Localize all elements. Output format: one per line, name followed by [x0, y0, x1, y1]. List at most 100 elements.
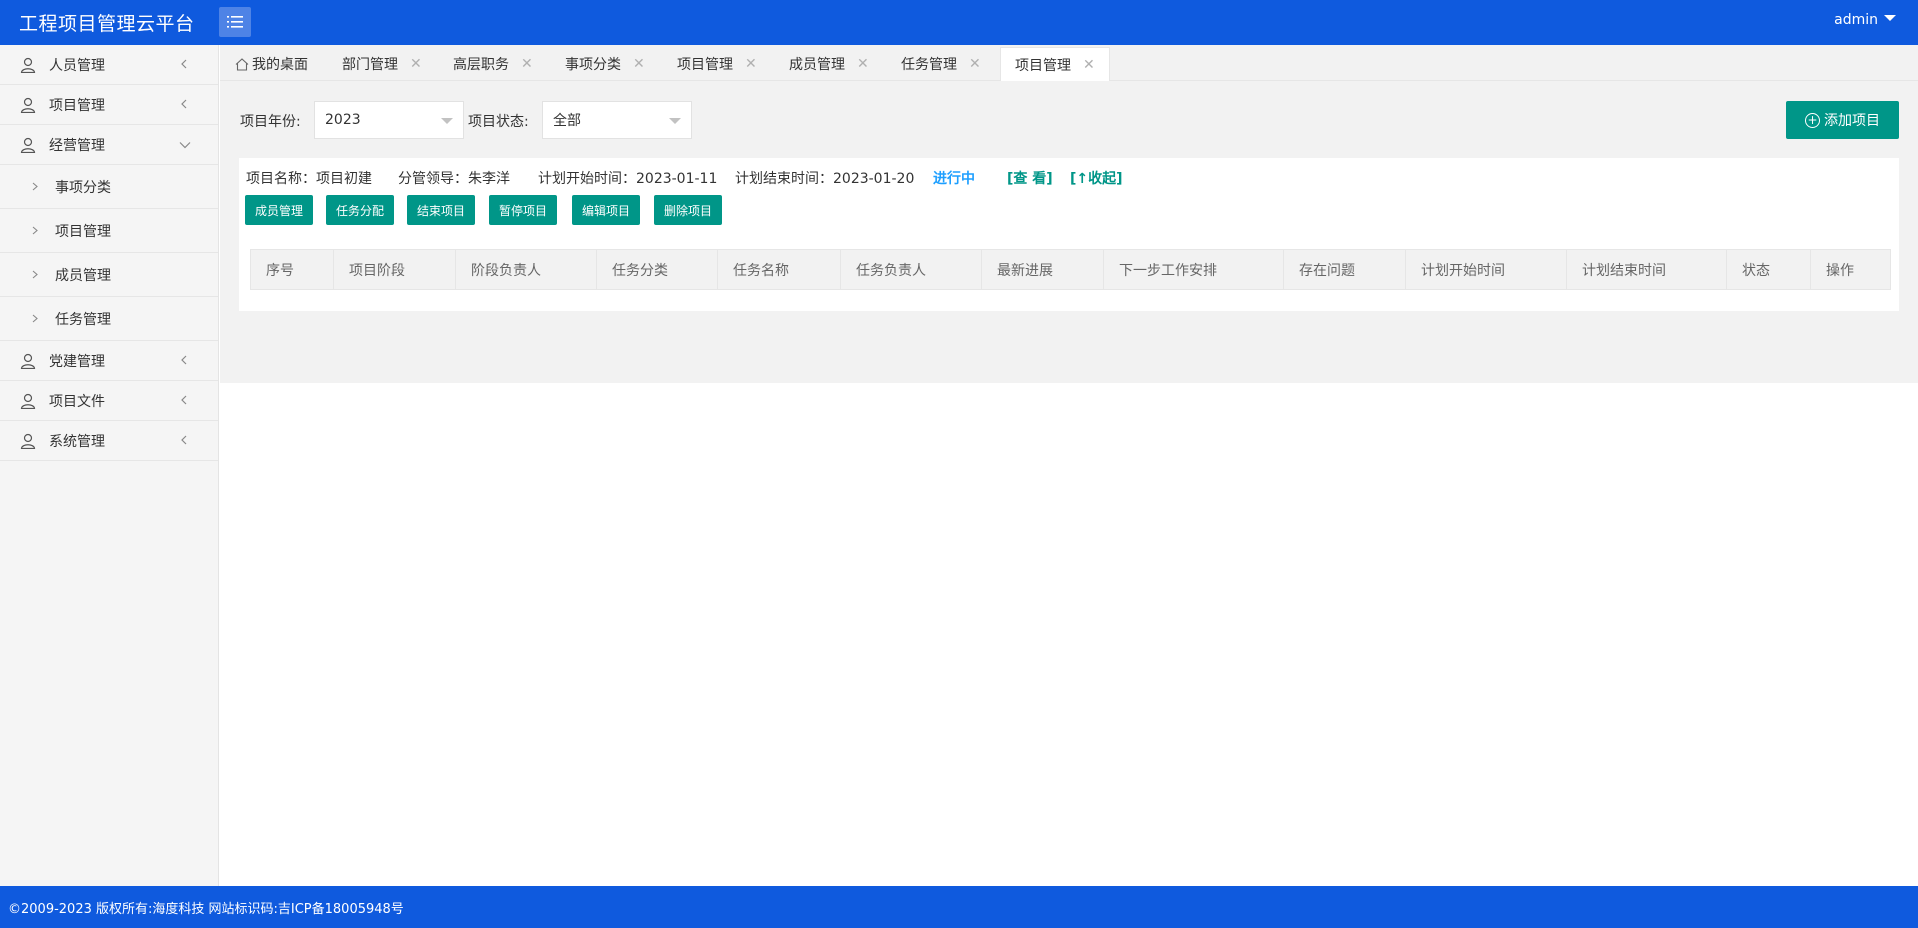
year-select[interactable]: 2023: [314, 101, 464, 139]
project-plan-start: 计划开始时间：2023-01-11: [538, 171, 718, 187]
close-icon[interactable]: ✕: [969, 56, 981, 72]
sidebar: 人员管理 项目管理 经营管理 事项分类 项目管理 成员管理 任务管理 党建管理 …: [0, 45, 219, 886]
user-menu[interactable]: admin: [1834, 12, 1896, 28]
caret-down-icon: [1884, 15, 1896, 21]
tab-project-management-active[interactable]: 项目管理 ✕: [1000, 47, 1110, 81]
sidebar-subitem-label: 项目管理: [55, 223, 111, 240]
user-icon: [20, 137, 36, 153]
sidebar-subitem-members[interactable]: 成员管理: [0, 253, 218, 297]
year-select-value: 2023: [325, 112, 361, 128]
username: admin: [1834, 12, 1878, 28]
sidebar-item-projects[interactable]: 项目管理: [0, 85, 218, 125]
sidebar-item-label: 党建管理: [49, 353, 105, 370]
footer: ©2009-2023 版权所有:海度科技 网站标识码:吉ICP备18005948…: [0, 886, 1918, 928]
close-icon[interactable]: ✕: [857, 56, 869, 72]
column-header: 操作: [1810, 249, 1891, 290]
sidebar-subitem-tasks[interactable]: 任务管理: [0, 297, 218, 341]
close-icon[interactable]: ✕: [410, 56, 422, 72]
plus-circle-icon: +: [1805, 112, 1820, 128]
sidebar-item-label: 项目管理: [49, 97, 105, 114]
sidebar-subitem-label: 事项分类: [55, 179, 111, 196]
status-select-value: 全部: [553, 113, 581, 129]
chevron-right-icon: [32, 270, 38, 279]
user-icon: [20, 97, 36, 113]
status-select[interactable]: 全部: [542, 101, 692, 139]
sidebar-item-personnel[interactable]: 人员管理: [0, 45, 218, 85]
tab-categories[interactable]: 事项分类 ✕: [565, 47, 645, 81]
status-label: 项目状态:: [468, 114, 529, 130]
add-project-label: 添加项目: [1824, 113, 1880, 129]
add-project-button[interactable]: + 添加项目: [1786, 101, 1899, 139]
caret-down-icon: [669, 118, 681, 124]
user-icon: [20, 57, 36, 73]
sidebar-subitem-label: 成员管理: [55, 267, 111, 284]
app-title: 工程项目管理云平台: [19, 13, 195, 35]
member-management-button[interactable]: 成员管理: [245, 195, 313, 225]
column-header: 计划开始时间: [1405, 249, 1567, 290]
assign-task-button[interactable]: 任务分配: [326, 195, 394, 225]
tab-label: 我的桌面: [252, 57, 308, 73]
sidebar-subitem-label: 任务管理: [55, 311, 111, 328]
chevron-down-icon: [179, 142, 191, 149]
user-icon: [20, 393, 36, 409]
close-icon[interactable]: ✕: [633, 56, 645, 72]
menu-toggle-button[interactable]: [219, 7, 251, 37]
close-icon[interactable]: ✕: [1083, 57, 1095, 73]
view-project-link[interactable]: [查 看]: [1007, 168, 1053, 188]
sidebar-item-project-files[interactable]: 项目文件: [0, 381, 218, 421]
main-content: 项目年份: 2023 项目状态: 全部 + 添加项目 项目名称：项目初建 分管领…: [220, 81, 1918, 383]
tab-bar: 我的桌面 部门管理 ✕ 高层职务 ✕ 事项分类 ✕ 项目管理 ✕ 成员管理 ✕ …: [220, 45, 1918, 81]
close-icon[interactable]: ✕: [521, 56, 533, 72]
project-card: 项目名称：项目初建 分管领导：朱李洋 计划开始时间：2023-01-11 计划结…: [239, 158, 1899, 311]
tab-executive-roles[interactable]: 高层职务 ✕: [453, 47, 533, 81]
list-icon: [227, 16, 243, 28]
tab-department[interactable]: 部门管理 ✕: [342, 47, 422, 81]
chevron-right-icon: [32, 314, 38, 323]
column-header: 任务负责人: [840, 249, 982, 290]
tab-label: 高层职务: [453, 57, 509, 73]
table-header-row: 序号 项目阶段 阶段负责人 任务分类 任务名称 任务负责人 最新进展 下一步工作…: [250, 249, 1891, 290]
task-table: 序号 项目阶段 阶段负责人 任务分类 任务名称 任务负责人 最新进展 下一步工作…: [250, 249, 1891, 290]
chevron-right-icon: [32, 182, 38, 191]
tab-desktop[interactable]: 我的桌面: [235, 47, 308, 81]
column-header: 计划结束时间: [1566, 249, 1727, 290]
tab-members[interactable]: 成员管理 ✕: [789, 47, 869, 81]
tab-label: 部门管理: [342, 57, 398, 73]
column-header: 阶段负责人: [455, 249, 597, 290]
sidebar-item-operations[interactable]: 经营管理: [0, 125, 218, 165]
sidebar-subitem-categories[interactable]: 事项分类: [0, 165, 218, 209]
caret-down-icon: [441, 118, 453, 124]
chevron-left-icon: [181, 435, 187, 445]
sidebar-subitem-project-management[interactable]: 项目管理: [0, 209, 218, 253]
tab-label: 项目管理: [677, 57, 733, 73]
project-name: 项目名称：项目初建: [246, 171, 372, 187]
collapse-project-link[interactable]: [↑收起]: [1070, 168, 1123, 188]
column-header: 存在问题: [1283, 249, 1406, 290]
project-plan-end: 计划结束时间：2023-01-20: [735, 171, 915, 187]
home-icon: [235, 57, 249, 71]
chevron-left-icon: [181, 99, 187, 109]
pause-project-button[interactable]: 暂停项目: [489, 195, 557, 225]
tab-tasks[interactable]: 任务管理 ✕: [901, 47, 981, 81]
column-header: 下一步工作安排: [1103, 249, 1284, 290]
sidebar-item-label: 经营管理: [49, 137, 105, 154]
sidebar-item-label: 项目文件: [49, 393, 105, 410]
user-icon: [20, 433, 36, 449]
column-header: 状态: [1726, 249, 1811, 290]
close-icon[interactable]: ✕: [745, 56, 757, 72]
column-header: 任务分类: [596, 249, 718, 290]
edit-project-button[interactable]: 编辑项目: [572, 195, 640, 225]
delete-project-button[interactable]: 删除项目: [654, 195, 722, 225]
column-header: 最新进展: [981, 249, 1104, 290]
end-project-button[interactable]: 结束项目: [407, 195, 475, 225]
user-icon: [20, 353, 36, 369]
sidebar-item-party-building[interactable]: 党建管理: [0, 341, 218, 381]
sidebar-item-system[interactable]: 系统管理: [0, 421, 218, 461]
tab-label: 项目管理: [1015, 57, 1071, 74]
chevron-right-icon: [32, 226, 38, 235]
footer-copyright: ©2009-2023 版权所有:海度科技 网站标识码:吉ICP备18005948…: [8, 901, 404, 917]
tab-label: 事项分类: [565, 57, 621, 73]
tab-project-management[interactable]: 项目管理 ✕: [677, 47, 757, 81]
column-header: 任务名称: [717, 249, 841, 290]
sidebar-item-label: 人员管理: [49, 57, 105, 74]
